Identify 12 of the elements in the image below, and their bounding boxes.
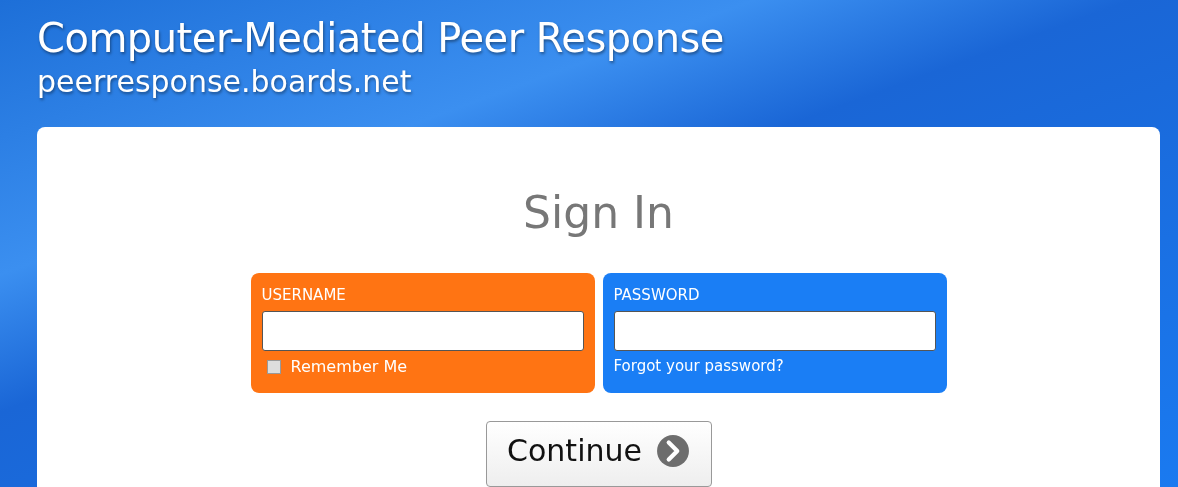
field-label: USERNAME xyxy=(261,285,347,305)
input-field[interactable] xyxy=(613,311,936,351)
continue-button[interactable]: Continue xyxy=(485,421,712,487)
checkbox-label: Remember Me xyxy=(290,357,408,376)
site-title: Computer-Mediated Peer Response xyxy=(37,14,725,62)
checkbox[interactable] xyxy=(266,359,281,374)
site-url: peerresponse.boards.net xyxy=(37,63,413,101)
arrow-right-icon xyxy=(655,433,690,468)
field-label: PASSWORD xyxy=(613,285,701,305)
forgot-password-link[interactable]: Forgot your password? xyxy=(613,357,936,375)
page-heading: Sign In xyxy=(523,186,674,240)
input-field[interactable] xyxy=(261,311,584,351)
